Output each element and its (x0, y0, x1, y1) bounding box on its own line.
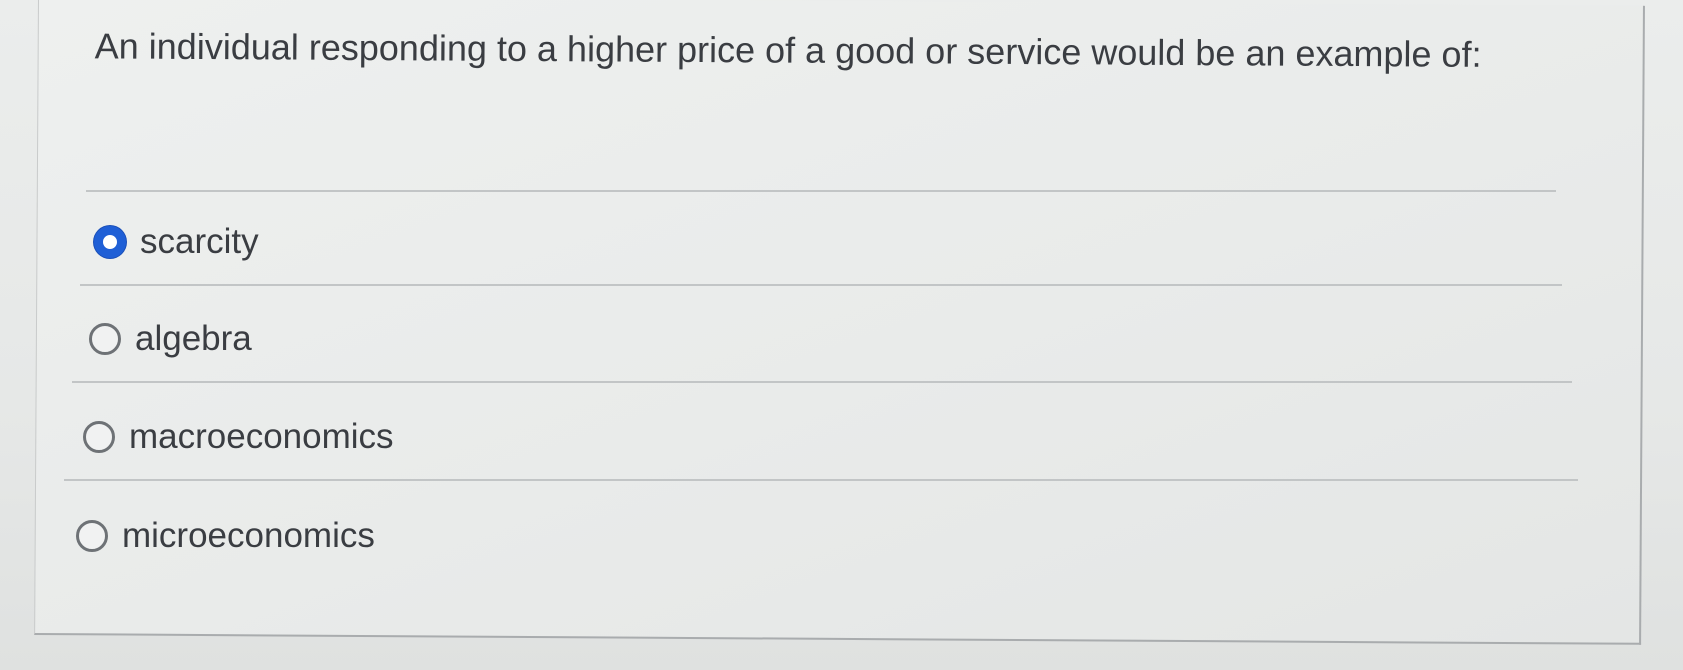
option-label: scarcity (140, 222, 259, 261)
option-divider (72, 381, 1572, 383)
option-label: microeconomics (122, 516, 375, 555)
option-divider (64, 479, 1578, 481)
option-divider-top (86, 190, 1556, 192)
option-scarcity[interactable]: scarcity (94, 222, 259, 262)
option-microeconomics[interactable]: microeconomics (76, 516, 375, 556)
option-divider (80, 284, 1562, 286)
option-label: algebra (135, 319, 252, 358)
question-text: An individual responding to a higher pri… (94, 25, 1482, 75)
radio-unselected-icon[interactable] (76, 520, 108, 552)
option-macroeconomics[interactable]: macroeconomics (83, 417, 394, 457)
radio-unselected-icon[interactable] (83, 421, 115, 453)
radio-unselected-icon[interactable] (89, 323, 121, 355)
option-label: macroeconomics (129, 417, 394, 456)
radio-selected-icon[interactable] (94, 226, 126, 258)
option-algebra[interactable]: algebra (89, 319, 252, 359)
page: An individual responding to a higher pri… (0, 0, 1683, 670)
